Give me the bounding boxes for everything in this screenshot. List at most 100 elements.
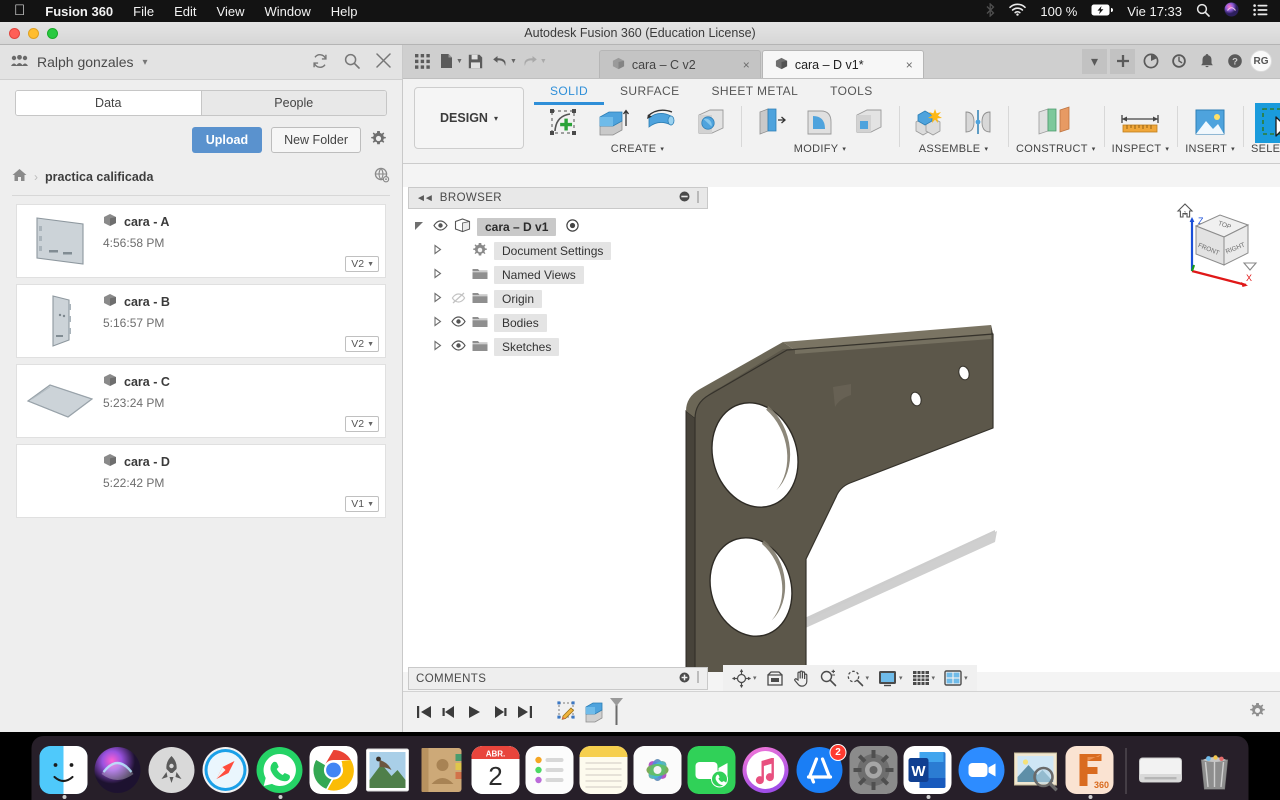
eye-hidden-icon[interactable] bbox=[450, 292, 466, 307]
sphere-icon[interactable] bbox=[689, 103, 733, 143]
recent-clock-icon[interactable] bbox=[1166, 49, 1191, 74]
ribbon-group-inspect-label[interactable]: INSPECT ▾ bbox=[1112, 143, 1170, 155]
view-cube[interactable]: 1 Z X TOP FRONT RIGHT bbox=[1172, 195, 1262, 287]
version-selector[interactable]: V2 ▼ bbox=[345, 416, 379, 432]
tab-people[interactable]: People bbox=[200, 91, 386, 115]
step-forward-icon[interactable] bbox=[488, 701, 510, 723]
ribbon-group-assemble-label[interactable]: ASSEMBLE ▾ bbox=[919, 143, 989, 155]
triangle-right-icon[interactable] bbox=[430, 316, 444, 330]
create-sketch-icon[interactable] bbox=[542, 103, 586, 143]
plus-icon[interactable] bbox=[1110, 48, 1135, 74]
chevron-down-icon[interactable]: ▼ bbox=[540, 58, 547, 65]
ribbon-group-modify-label[interactable]: MODIFY ▾ bbox=[794, 143, 846, 155]
menu-app-name[interactable]: Fusion 360 bbox=[45, 4, 113, 19]
dock-item-calendar[interactable]: ABR. 2 bbox=[471, 746, 522, 796]
menu-item-file[interactable]: File bbox=[133, 4, 154, 19]
dock-item-trash[interactable] bbox=[1191, 746, 1241, 796]
save-icon[interactable] bbox=[465, 48, 487, 74]
tree-node-bodies[interactable]: Bodies bbox=[412, 311, 708, 335]
go-to-beginning-icon[interactable] bbox=[413, 701, 435, 723]
list-item[interactable]: cara - A 4:56:58 PM V2 ▼ bbox=[16, 204, 386, 278]
upload-button[interactable]: Upload bbox=[191, 127, 263, 153]
version-selector[interactable]: V2 ▼ bbox=[345, 256, 379, 272]
radio-dot-icon[interactable] bbox=[566, 219, 580, 235]
dock-item-finder[interactable] bbox=[39, 746, 90, 799]
fit-icon[interactable]: ▾ bbox=[843, 667, 873, 689]
menu-bar-clock[interactable]: Vie 17:33 bbox=[1127, 4, 1182, 19]
bell-icon[interactable] bbox=[1194, 49, 1219, 74]
dock-item-reminders[interactable] bbox=[525, 746, 576, 796]
dock-item-app-store[interactable]: 2 bbox=[796, 744, 847, 796]
new-file-icon[interactable] bbox=[435, 48, 457, 74]
workspace-selector[interactable]: DESIGN ▾ bbox=[414, 87, 524, 149]
menu-item-help[interactable]: Help bbox=[331, 4, 358, 19]
eye-visible-icon[interactable] bbox=[450, 340, 466, 354]
viewports-icon[interactable]: ▾ bbox=[941, 668, 971, 689]
ribbon-group-select-label[interactable]: SELECT ▾ bbox=[1251, 143, 1280, 155]
tab-data[interactable]: Data bbox=[16, 91, 201, 115]
undo-icon[interactable] bbox=[489, 48, 511, 74]
extrude-icon[interactable] bbox=[591, 103, 635, 143]
display-mode-icon[interactable]: ▾ bbox=[875, 668, 906, 689]
avatar[interactable]: RG bbox=[1250, 50, 1272, 72]
measure-icon[interactable] bbox=[1115, 103, 1165, 143]
close-window-button[interactable] bbox=[9, 28, 20, 39]
double-arrow-left-icon[interactable]: ◄◄ bbox=[416, 193, 434, 204]
minus-circle-icon[interactable] bbox=[679, 191, 690, 205]
extrude-feature-icon[interactable] bbox=[582, 699, 606, 725]
shell-icon[interactable] bbox=[847, 103, 891, 143]
search-icon[interactable] bbox=[344, 53, 360, 72]
tree-node-document-settings[interactable]: Document Settings bbox=[412, 239, 708, 263]
plus-circle-icon[interactable] bbox=[679, 672, 690, 686]
dock-item-whatsapp[interactable] bbox=[256, 746, 306, 799]
resize-handle-icon[interactable] bbox=[696, 671, 700, 686]
list-item[interactable]: cara - B 5:16:57 PM V2 ▼ bbox=[16, 284, 386, 358]
tab-sheet-metal[interactable]: SHEET METAL bbox=[696, 82, 815, 105]
dock-item-system-preferences[interactable] bbox=[849, 746, 900, 796]
ribbon-group-create-label[interactable]: CREATE ▾ bbox=[611, 143, 664, 155]
dock-item-zoom[interactable] bbox=[958, 746, 1008, 796]
tree-node-named-views[interactable]: Named Views bbox=[412, 263, 708, 287]
joint-icon[interactable] bbox=[956, 103, 1000, 143]
new-component-icon[interactable] bbox=[907, 103, 951, 143]
menu-item-edit[interactable]: Edit bbox=[174, 4, 196, 19]
tree-node-sketches[interactable]: Sketches bbox=[412, 335, 708, 359]
sketch-feature-icon[interactable] bbox=[555, 699, 579, 725]
version-selector[interactable]: V1 ▼ bbox=[345, 496, 379, 512]
dock-item-fusion-360[interactable]: 360 bbox=[1065, 746, 1116, 799]
offset-plane-icon[interactable] bbox=[1028, 103, 1084, 143]
dock-item-microsoft-word[interactable]: W bbox=[903, 746, 954, 799]
display-settings-icon[interactable] bbox=[763, 668, 787, 689]
tab-tools[interactable]: TOOLS bbox=[814, 82, 888, 105]
tree-node-origin[interactable]: Origin bbox=[412, 287, 708, 311]
minimize-window-button[interactable] bbox=[28, 28, 39, 39]
version-selector[interactable]: V2 ▼ bbox=[345, 336, 379, 352]
play-icon[interactable] bbox=[463, 701, 485, 723]
dock-item-disk[interactable] bbox=[1137, 746, 1187, 796]
dock-item-chrome[interactable] bbox=[309, 746, 360, 796]
ribbon-group-construct-label[interactable]: CONSTRUCT ▾ bbox=[1016, 143, 1096, 155]
wifi-icon[interactable] bbox=[1009, 3, 1027, 19]
zoom-icon[interactable] bbox=[816, 667, 840, 689]
spotlight-search-icon[interactable] bbox=[1196, 3, 1210, 20]
menu-item-window[interactable]: Window bbox=[264, 4, 310, 19]
close-icon[interactable] bbox=[376, 53, 391, 71]
battery-charging-icon[interactable] bbox=[1091, 4, 1114, 19]
triangle-right-icon[interactable] bbox=[430, 244, 444, 258]
step-back-icon[interactable] bbox=[438, 701, 460, 723]
revolve-icon[interactable] bbox=[640, 103, 684, 143]
chevron-down-icon[interactable]: ▼ bbox=[510, 58, 517, 65]
tab-solid[interactable]: SOLID bbox=[534, 82, 605, 105]
control-center-icon[interactable] bbox=[1253, 3, 1268, 19]
menu-item-view[interactable]: View bbox=[217, 4, 245, 19]
timeline-marker-icon[interactable] bbox=[609, 697, 625, 727]
dock-item-contacts[interactable] bbox=[418, 746, 468, 796]
dock-item-notes[interactable] bbox=[579, 746, 630, 796]
dock-item-safari[interactable] bbox=[202, 746, 252, 796]
triangle-down-icon[interactable] bbox=[412, 220, 426, 234]
select-window-icon[interactable] bbox=[1255, 103, 1280, 143]
triangle-right-icon[interactable] bbox=[430, 268, 444, 282]
home-icon[interactable] bbox=[12, 168, 27, 185]
comments-panel[interactable]: COMMENTS bbox=[408, 667, 708, 690]
document-tab-cara-d[interactable]: cara – D v1* × bbox=[761, 50, 924, 78]
